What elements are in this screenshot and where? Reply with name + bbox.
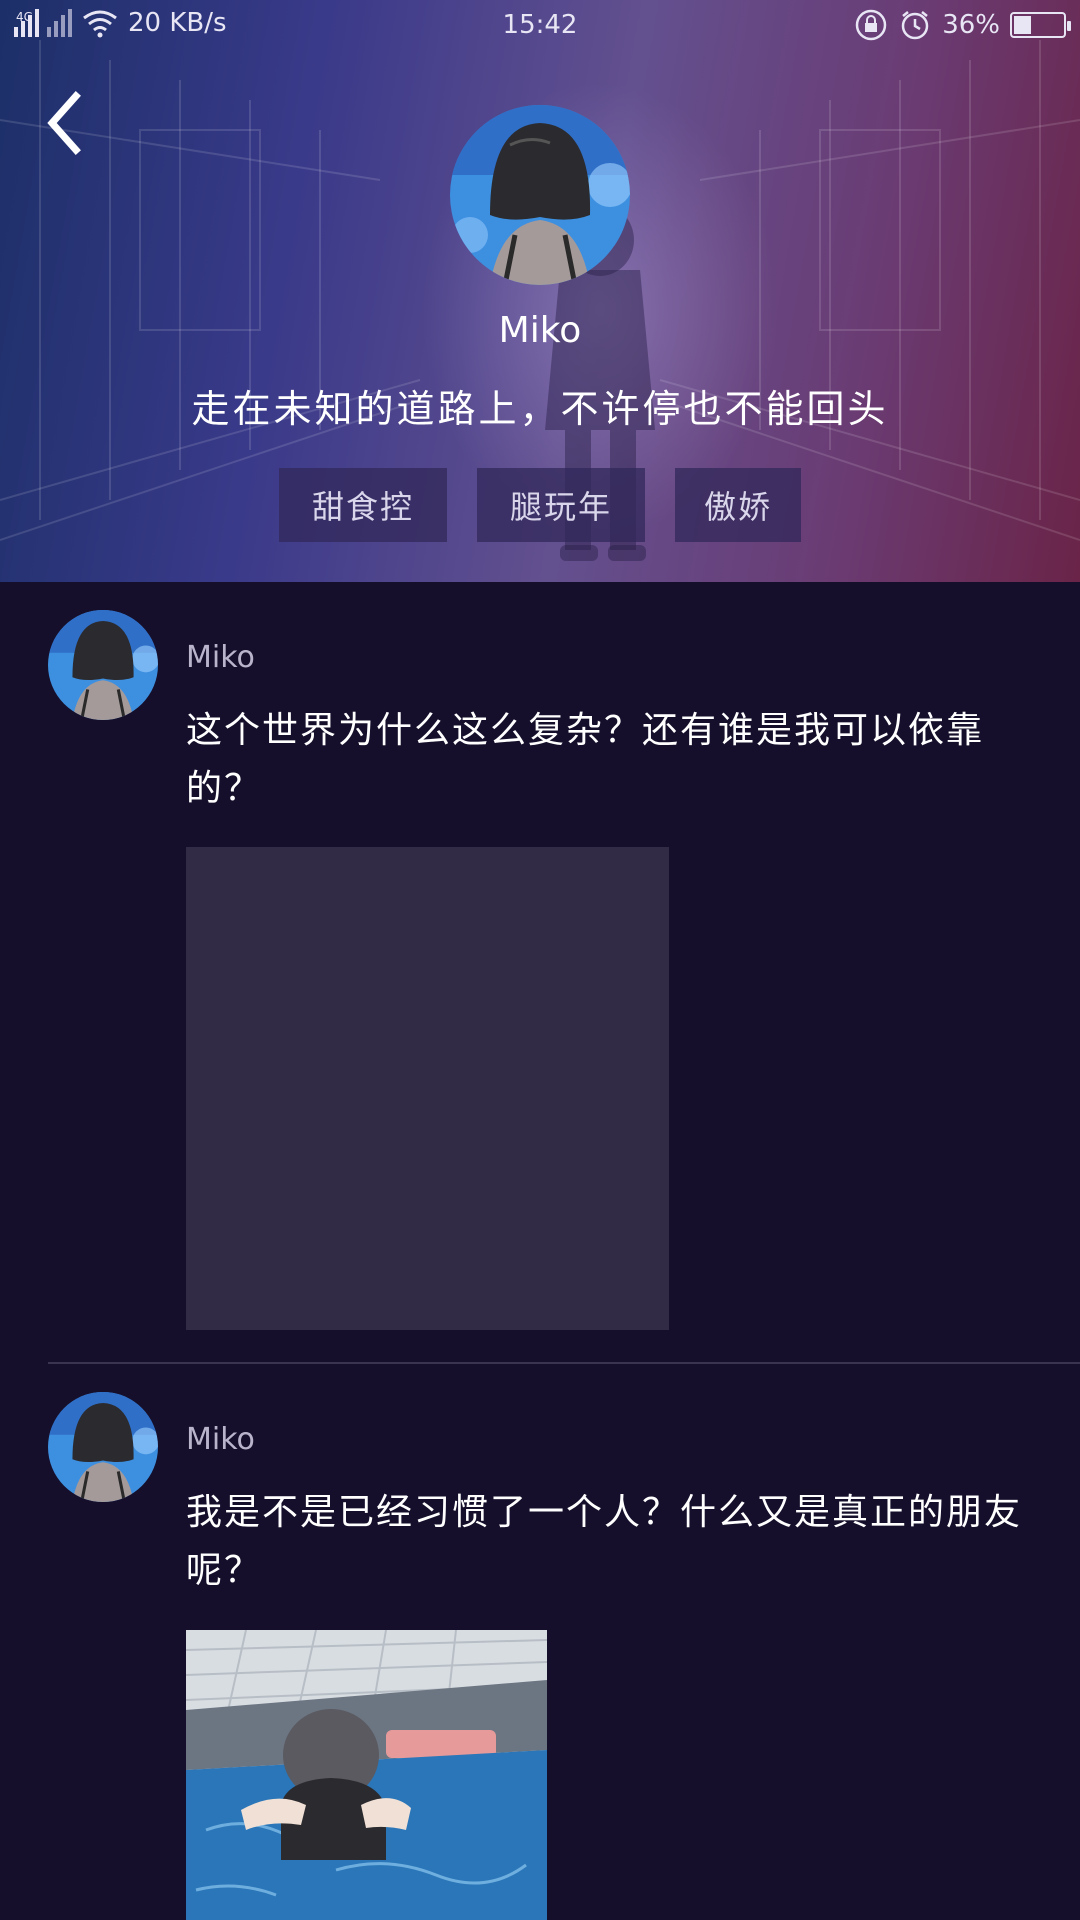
- tag-tsundere[interactable]: 傲娇: [675, 468, 801, 542]
- tag-sweets[interactable]: 甜食控: [279, 468, 447, 542]
- post-text: 这个世界为什么这么复杂？还有谁是我可以依靠的？: [186, 710, 985, 809]
- profile-header: 4G 20 KB/s 15:42 36% Miko 走在未知的道路上，不许停也不…: [0, 0, 1080, 582]
- post-avatar[interactable]: [48, 1392, 158, 1502]
- post-text: 我是不是已经习惯了一个人？什么又是真正的朋友呢？: [186, 1492, 1023, 1591]
- rotation-lock-icon: [855, 9, 887, 41]
- back-button[interactable]: [40, 88, 90, 158]
- profile-motto: 走在未知的道路上，不许停也不能回头: [191, 387, 889, 431]
- feed-post[interactable]: Miko 这个世界为什么这么复杂？还有谁是我可以依靠的？: [0, 582, 1080, 1362]
- tag-legs[interactable]: 腿玩年: [477, 468, 645, 542]
- avatar-image: [450, 105, 630, 285]
- status-bar: 4G 20 KB/s 15:42 36%: [0, 0, 1080, 52]
- profile-name: Miko: [498, 310, 582, 351]
- battery-percent: 36%: [942, 10, 1000, 40]
- battery-icon: [1010, 12, 1071, 38]
- feed-post[interactable]: Miko 我是不是已经习惯了一个人？什么又是真正的朋友呢？: [0, 1364, 1080, 1920]
- tag-list: 甜食控 腿玩年 傲娇: [0, 468, 1080, 542]
- avatar-image: [48, 610, 158, 720]
- profile-avatar[interactable]: [450, 105, 630, 285]
- post-image[interactable]: [186, 847, 669, 1330]
- avatar-image: [48, 1392, 158, 1502]
- pool-photo: [186, 1630, 547, 1920]
- post-avatar[interactable]: [48, 610, 158, 720]
- battery-level: [1014, 16, 1032, 34]
- post-author: Miko: [186, 1422, 255, 1457]
- post-image[interactable]: [186, 1630, 547, 1920]
- post-author: Miko: [186, 640, 255, 675]
- alarm-icon: [901, 11, 929, 40]
